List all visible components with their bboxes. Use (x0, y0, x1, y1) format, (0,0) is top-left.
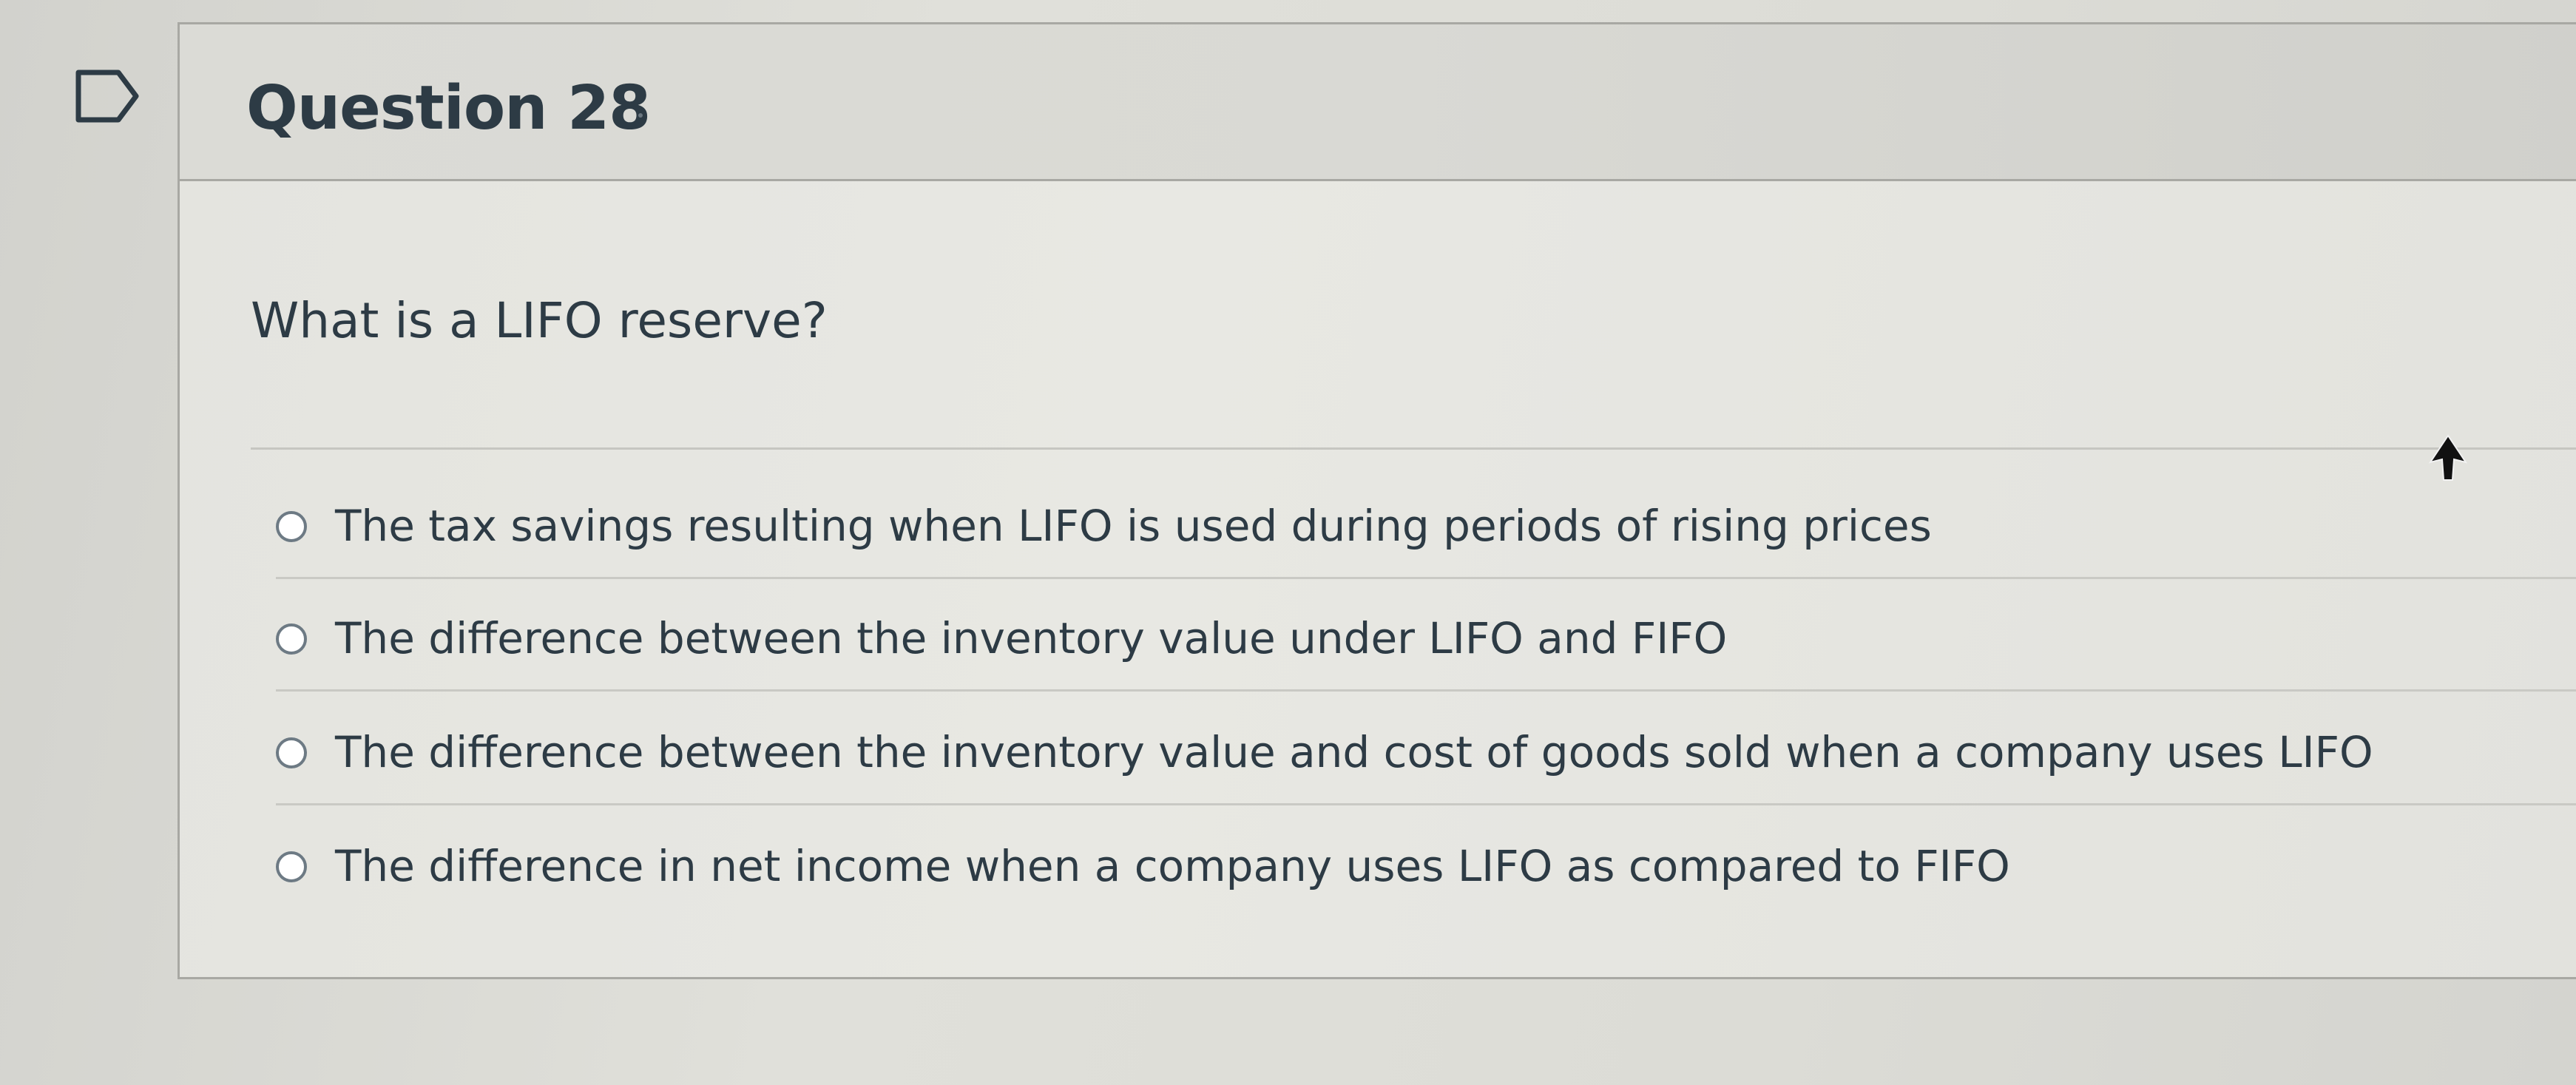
question-header: Question 28 (180, 24, 2576, 181)
answer-option-2[interactable]: The difference between the inventory val… (276, 581, 2576, 692)
radio-unselected-icon[interactable] (276, 623, 307, 655)
question-prompt: What is a LIFO reserve? (251, 292, 828, 349)
radio-unselected-icon[interactable] (276, 511, 307, 542)
answer-option-1[interactable]: The tax savings resulting when LIFO is u… (276, 468, 2576, 579)
question-title: Question 28 (246, 73, 651, 143)
radio-unselected-icon[interactable] (276, 737, 307, 768)
quiz-page: Question 28 What is a LIFO reserve? The … (0, 0, 2576, 1085)
question-card: Question 28 What is a LIFO reserve? The … (178, 22, 2576, 979)
answer-label[interactable]: The difference between the inventory val… (335, 727, 2373, 777)
answer-label[interactable]: The difference in net income when a comp… (335, 841, 2010, 891)
mouse-pointer-icon (2428, 434, 2468, 481)
answer-divider (276, 803, 2576, 805)
title-dot (638, 113, 643, 118)
answer-label[interactable]: The difference between the inventory val… (335, 613, 1727, 663)
answer-divider (276, 577, 2576, 579)
radio-unselected-icon[interactable] (276, 851, 307, 882)
answer-option-3[interactable]: The difference between the inventory val… (276, 694, 2576, 805)
answer-label[interactable]: The tax savings resulting when LIFO is u… (335, 501, 1932, 551)
bookmark-flag-icon[interactable] (74, 68, 141, 124)
answers-divider (251, 447, 2576, 450)
answer-divider (276, 689, 2576, 692)
answer-option-4[interactable]: The difference in net income when a comp… (276, 808, 2576, 919)
